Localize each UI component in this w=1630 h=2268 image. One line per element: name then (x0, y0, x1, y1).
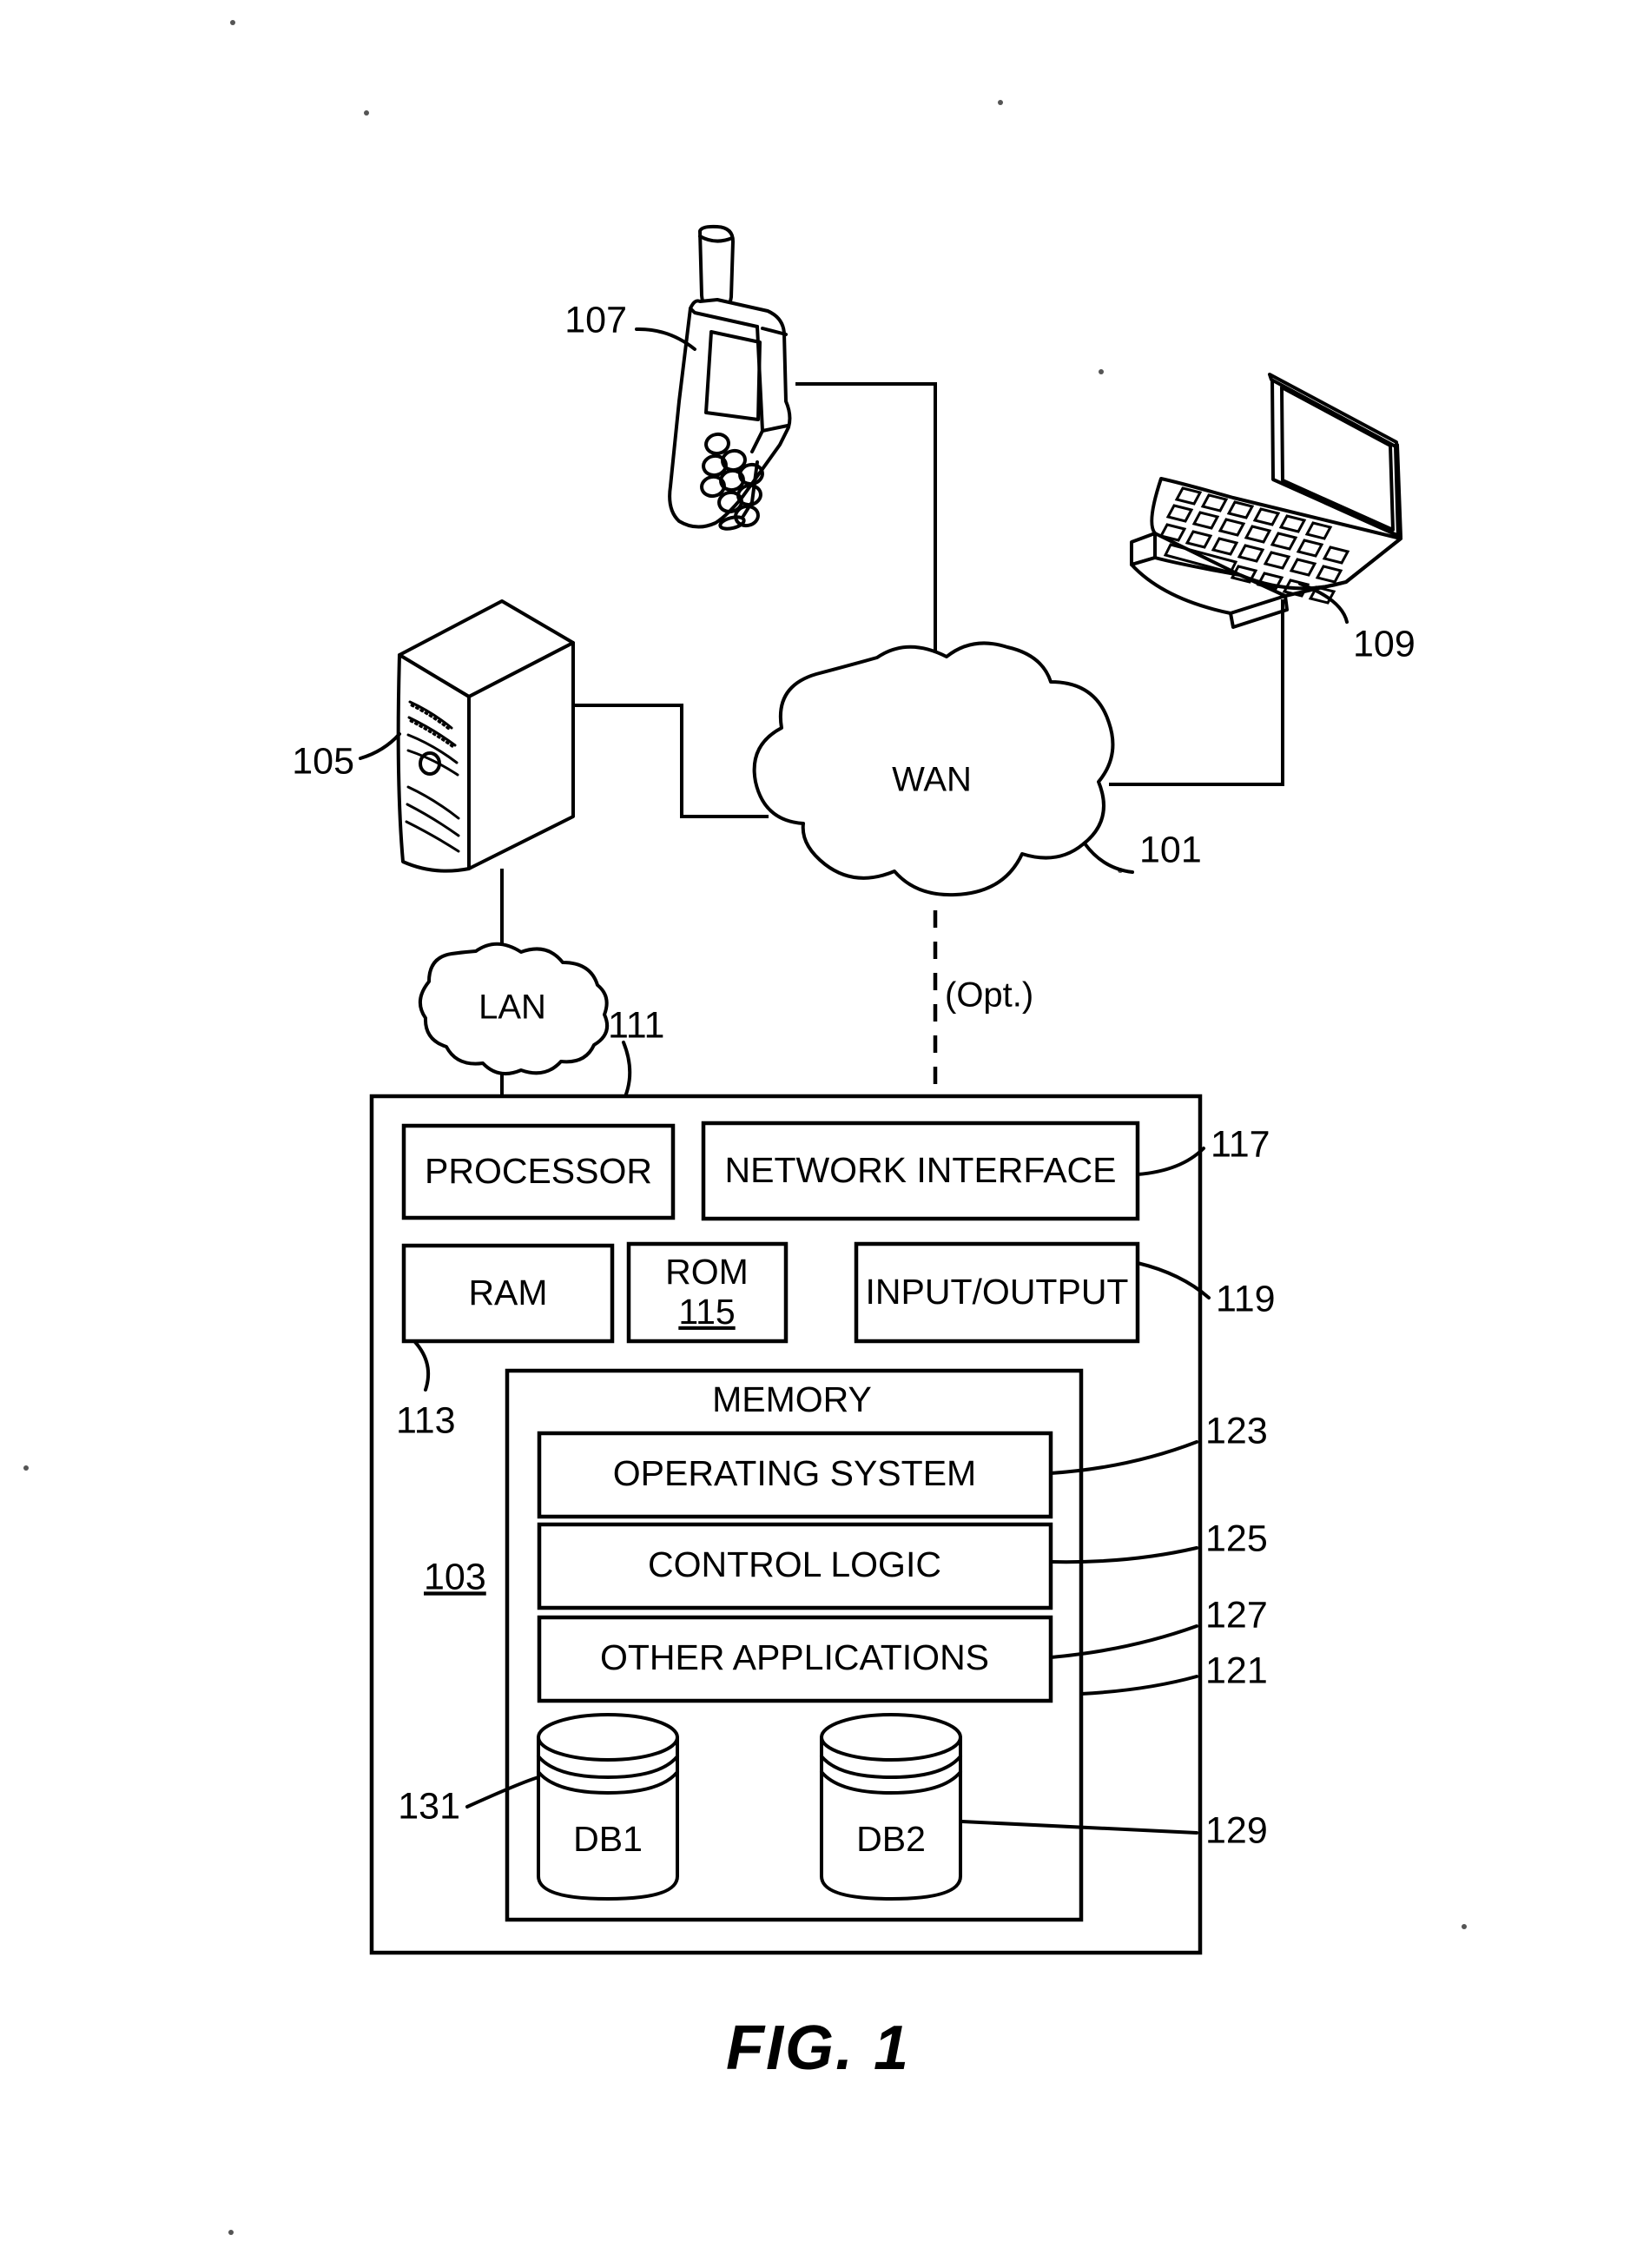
figure-caption: FIG. 1 (726, 2013, 910, 2083)
lan-label: LAN (478, 989, 546, 1027)
ref-127-label: 127 (1205, 1594, 1268, 1636)
lan-cloud: LAN (419, 942, 609, 1076)
ref-119-label: 119 (1216, 1278, 1276, 1319)
scan-speck (1099, 369, 1104, 374)
db2-label: DB2 (856, 1819, 926, 1859)
db1-cylinder: DB1 (537, 1713, 679, 1901)
figure-1-diagram: WAN 101 LAN 111 (Opt.) PROCESSOR NETWORK… (23, 20, 1467, 2235)
ref-129-label: 129 (1205, 1809, 1268, 1851)
ref-117-label: 117 (1211, 1123, 1270, 1165)
input-output-label: INPUT/OUTPUT (866, 1272, 1129, 1312)
rom-label: ROM (665, 1252, 749, 1292)
link-server-to-wan (573, 704, 769, 818)
db1-label: DB1 (573, 1819, 643, 1859)
control-logic-label: CONTROL LOGIC (648, 1544, 941, 1584)
ref-123-label: 123 (1205, 1410, 1268, 1451)
server-tower-illustration (396, 599, 575, 873)
mobile-phone-illustration (668, 224, 792, 531)
scan-speck (230, 20, 235, 25)
ref-103-label: 103 (424, 1556, 486, 1597)
db2-top (820, 1713, 962, 1762)
other-applications-label: OTHER APPLICATIONS (600, 1637, 989, 1677)
ref-125-label: 125 (1205, 1518, 1268, 1559)
network-interface-label: NETWORK INTERFACE (724, 1150, 1116, 1190)
ref-101-label: 101 (1139, 829, 1202, 870)
ref-131-label: 131 (398, 1785, 460, 1827)
scan-speck (228, 2230, 234, 2235)
processor-label: PROCESSOR (425, 1151, 652, 1191)
wan-label: WAN (892, 761, 972, 799)
laptop-illustration (1130, 373, 1402, 629)
ram-label: RAM (468, 1273, 547, 1313)
optional-link-label: (Opt.) (945, 976, 1033, 1015)
db1-top (537, 1713, 679, 1762)
link-laptop-to-wan (1109, 599, 1284, 786)
scan-speck (998, 100, 1003, 105)
ref-105-leader (359, 732, 401, 760)
ref-107-label: 107 (564, 299, 627, 341)
wan-cloud: WAN (752, 641, 1115, 897)
scan-speck (1462, 1924, 1467, 1929)
patent-figure-page: WAN 101 LAN 111 (Opt.) PROCESSOR NETWORK… (0, 0, 1630, 2268)
scan-speck (23, 1465, 29, 1471)
operating-system-label: OPERATING SYSTEM (613, 1453, 976, 1493)
ref-101-leader (1083, 842, 1134, 874)
ref-109-label: 109 (1353, 623, 1416, 665)
ref-111-label: 111 (608, 1004, 664, 1046)
db2-cylinder: DB2 (820, 1713, 962, 1901)
ref-105-label: 105 (292, 740, 354, 782)
ref-113-label: 113 (396, 1399, 456, 1441)
memory-label: MEMORY (712, 1379, 872, 1419)
scan-speck (364, 110, 369, 116)
ref-121-label: 121 (1205, 1650, 1268, 1691)
rom-ref-115: 115 (678, 1292, 735, 1332)
